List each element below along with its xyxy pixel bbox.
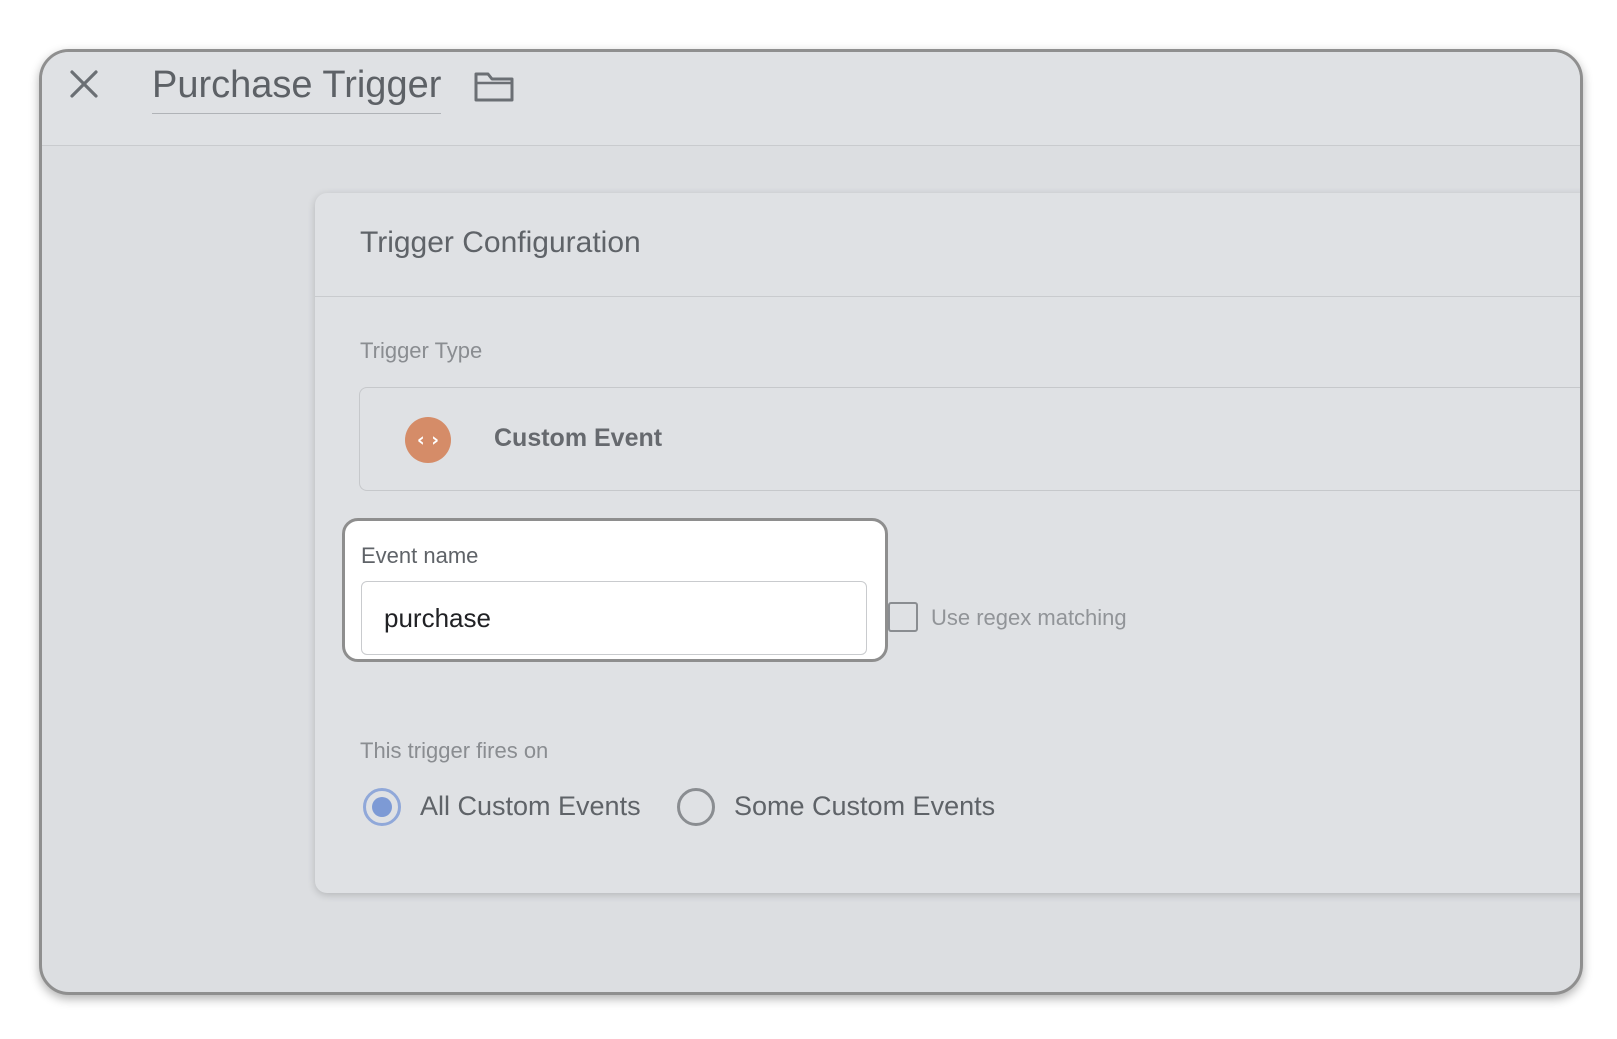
editor-header: Purchase Trigger <box>42 52 1580 146</box>
trigger-name-title[interactable]: Purchase Trigger <box>152 63 442 114</box>
fires-on-label: This trigger fires on <box>360 738 549 763</box>
close-button[interactable] <box>64 64 104 104</box>
trigger-configuration-card: Trigger Configuration Trigger Type ‹ › C… <box>315 193 1580 893</box>
radio-label-some-custom-events[interactable]: Some Custom Events <box>734 791 995 822</box>
event-name-highlight: Event name <box>342 518 888 662</box>
folder-icon <box>474 72 514 102</box>
trigger-type-selector[interactable]: ‹ › Custom Event <box>359 387 1580 491</box>
radio-all-custom-events[interactable] <box>363 788 401 826</box>
close-icon <box>70 70 98 98</box>
trigger-editor-window: Purchase Trigger Trigger Configuration T… <box>39 49 1583 995</box>
trigger-type-name: Custom Event <box>494 424 663 452</box>
regex-label[interactable]: Use regex matching <box>931 605 1127 631</box>
trigger-type-label: Trigger Type <box>360 338 483 363</box>
radio-label-all-custom-events[interactable]: All Custom Events <box>420 791 641 822</box>
card-title: Trigger Configuration <box>360 226 641 259</box>
card-header: Trigger Configuration <box>315 193 1580 297</box>
radio-some-custom-events[interactable] <box>677 788 715 826</box>
folder-button[interactable] <box>472 66 516 106</box>
event-name-label: Event name <box>361 543 479 568</box>
event-name-input[interactable] <box>361 581 867 655</box>
code-brackets-icon: ‹ › <box>405 417 451 463</box>
regex-checkbox[interactable] <box>888 602 918 632</box>
